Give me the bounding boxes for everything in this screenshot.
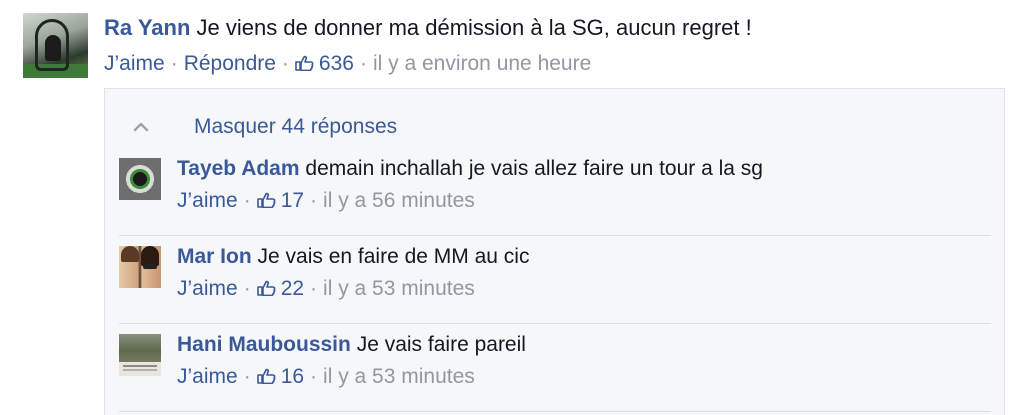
thumbs-up-icon xyxy=(256,368,276,384)
separator-dot: · xyxy=(243,189,251,212)
reply-timestamp[interactable]: il y a 56 minutes xyxy=(323,189,475,212)
like-link[interactable]: J’aime xyxy=(177,365,238,388)
avatar[interactable] xyxy=(23,13,88,78)
reply-timestamp[interactable]: il y a 53 minutes xyxy=(323,277,475,300)
reply-divider xyxy=(119,411,991,412)
separator-dot: · xyxy=(310,277,318,300)
thumbs-up-icon xyxy=(295,55,314,71)
separator-dot: · xyxy=(281,52,289,75)
chevron-up-icon[interactable] xyxy=(131,117,151,137)
like-count: 16 xyxy=(280,365,305,388)
reply-text: Je vais faire pareil xyxy=(356,333,526,356)
reply-text: demain inchallah je vais allez faire un … xyxy=(305,157,763,180)
like-count: 636 xyxy=(318,52,354,75)
comment-actions: J’aime · Répondre · 636 · il y a environ une h… xyxy=(104,51,1004,77)
like-count: 17 xyxy=(280,189,305,212)
hide-replies-row: Masquer 44 réponses xyxy=(105,113,985,141)
reply-timestamp[interactable]: il y a 53 minutes xyxy=(323,365,475,388)
like-count-link[interactable]: 16 xyxy=(256,365,305,388)
like-count: 22 xyxy=(280,277,305,300)
like-link[interactable]: J’aime xyxy=(177,277,238,300)
comment-timestamp[interactable]: il y a environ une heure xyxy=(373,52,591,75)
reply-divider xyxy=(119,323,991,324)
like-link[interactable]: J’aime xyxy=(177,189,238,212)
avatar-caption xyxy=(123,365,157,367)
avatar[interactable] xyxy=(119,334,161,376)
reply-text: Je vais en faire de MM au cic xyxy=(257,245,530,268)
separator-dot: · xyxy=(243,277,251,300)
separator-dot: · xyxy=(243,365,251,388)
reply-author-link[interactable]: Tayeb Adam xyxy=(177,157,300,180)
reply-line: Tayeb Adam demain inchallah je vais alle… xyxy=(177,154,987,184)
comment-body: Ra Yann Je viens de donner ma démission … xyxy=(104,13,1004,77)
separator-dot: · xyxy=(310,365,318,388)
thumbs-up-icon xyxy=(256,192,276,208)
reply-actions: J’aime · 22 · il y a 53 minutes xyxy=(177,276,987,302)
avatar-hair xyxy=(141,246,159,266)
reply-body: Mar Ion Je vais en faire de MM au cic J’… xyxy=(177,242,987,302)
comment-line: Ra Yann Je viens de donner ma démission … xyxy=(104,13,1004,43)
comment-author-link[interactable]: Ra Yann xyxy=(104,15,190,40)
reply-line: Hani Mauboussin Je vais faire pareil xyxy=(177,330,987,360)
like-count-link[interactable]: 17 xyxy=(256,189,305,212)
separator-dot: · xyxy=(359,52,367,75)
avatar[interactable] xyxy=(119,158,161,200)
avatar-picture xyxy=(119,334,161,362)
like-link[interactable]: J’aime xyxy=(104,52,165,75)
reply-author-link[interactable]: Hani Mauboussin xyxy=(177,333,351,356)
replies-panel: Masquer 44 réponses Tayeb Adam demain in… xyxy=(104,88,1005,415)
reply-author-link[interactable]: Mar Ion xyxy=(177,245,252,268)
hide-replies-link[interactable]: Masquer 44 réponses xyxy=(194,113,397,141)
comment-thread: Ra Yann Je viens de donner ma démission … xyxy=(0,0,1024,415)
avatar-glasses xyxy=(143,264,157,269)
avatar-hair xyxy=(121,246,139,262)
separator-dot: · xyxy=(170,52,178,75)
reply-body: Hani Mauboussin Je vais faire pareil J’a… xyxy=(177,330,987,390)
like-count-link[interactable]: 22 xyxy=(256,277,305,300)
reply-body: Tayeb Adam demain inchallah je vais alle… xyxy=(177,154,987,214)
like-count-link[interactable]: 636 xyxy=(295,52,354,75)
thumbs-up-icon xyxy=(256,280,276,296)
reply-actions: J’aime · 17 · il y a 56 minutes xyxy=(177,188,987,214)
separator-dot: · xyxy=(310,189,318,212)
avatar[interactable] xyxy=(119,246,161,288)
comment-text: Je viens de donner ma démission à la SG,… xyxy=(196,15,752,40)
avatar-person xyxy=(45,35,61,61)
reply-actions: J’aime · 16 · il y a 53 minutes xyxy=(177,364,987,390)
reply-divider xyxy=(119,235,991,236)
reply-line: Mar Ion Je vais en faire de MM au cic xyxy=(177,242,987,272)
reply-link[interactable]: Répondre xyxy=(184,52,276,75)
